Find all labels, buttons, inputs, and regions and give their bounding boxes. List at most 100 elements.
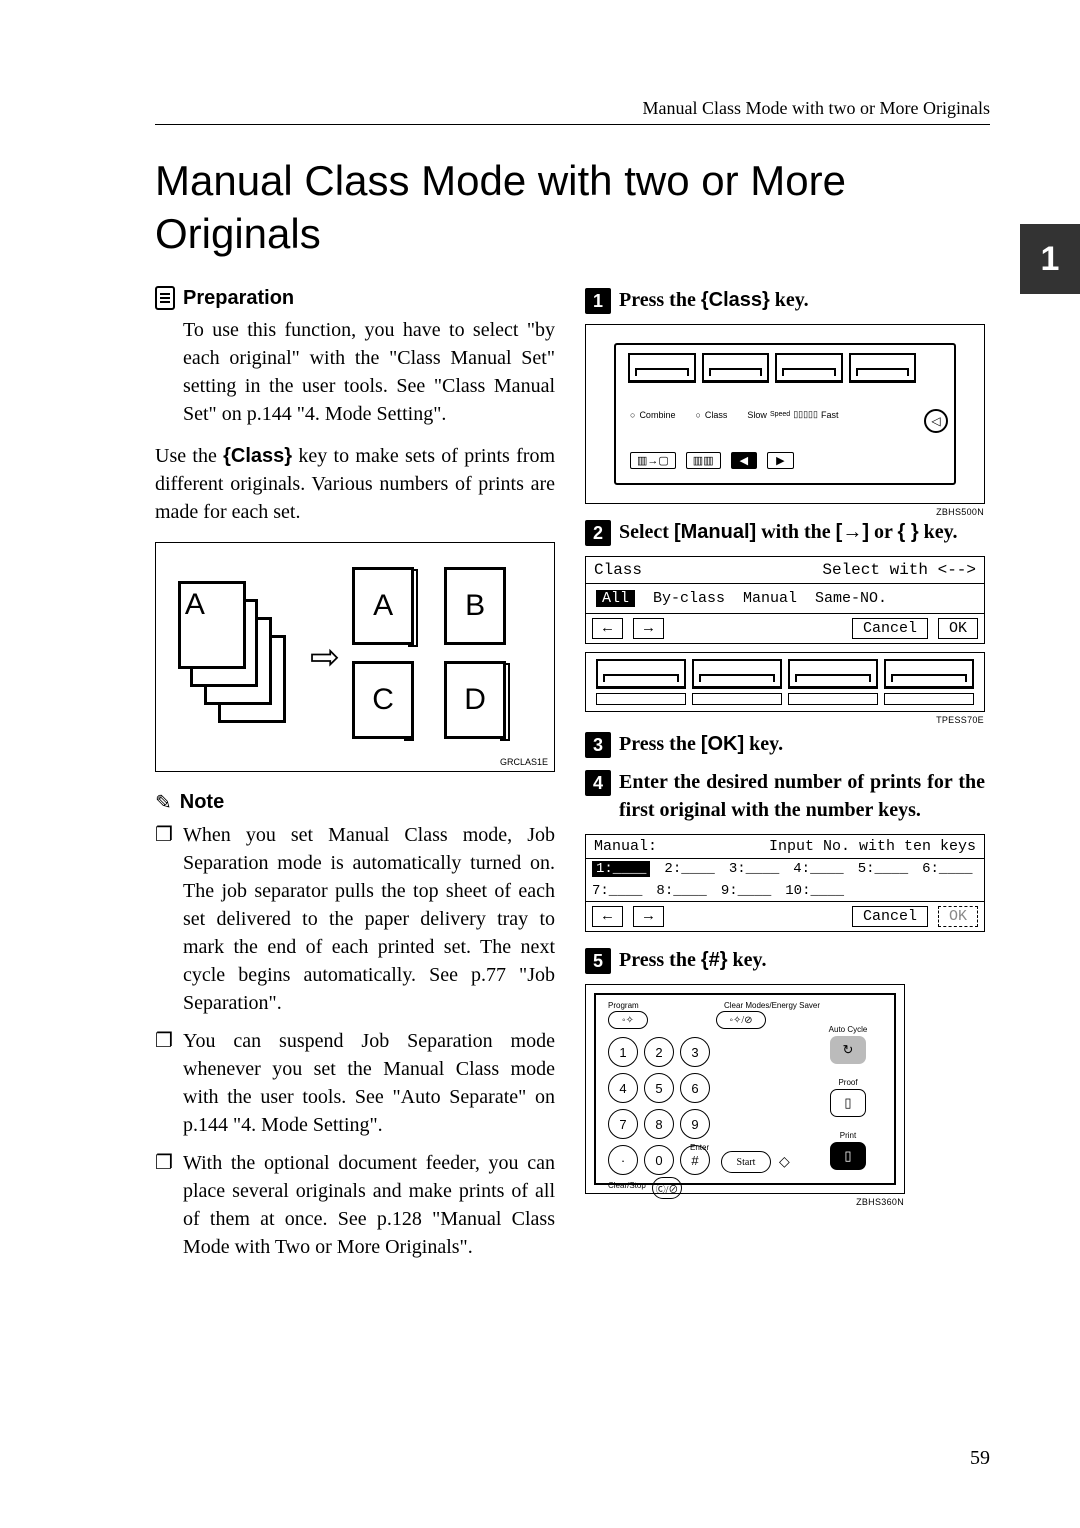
note-item: When you set Manual Class mode, Job Sepa…	[155, 821, 555, 1017]
step-1-before: Press the	[619, 289, 701, 311]
s2-or: or	[869, 521, 898, 543]
page-number: 59	[970, 1447, 990, 1470]
lcd-tab-sameno[interactable]: Same-NO.	[815, 590, 887, 607]
lcd2-btn-ok[interactable]: OK	[938, 906, 978, 927]
lcd-btn-left[interactable]: ←	[592, 618, 623, 639]
lcd2-cell[interactable]: 8:____	[656, 883, 706, 899]
lcd2-title: Manual:	[594, 838, 657, 855]
lcd2-btn-right[interactable]: →	[633, 906, 664, 927]
step-5: 5 Press the {#} key.	[585, 946, 985, 974]
s2-manual: [Manual]	[674, 521, 756, 543]
lcd2-cell[interactable]: 10:____	[785, 883, 844, 899]
left-column: Preparation To use this function, you ha…	[155, 286, 555, 1271]
note-item: You can suspend Job Separation mode when…	[155, 1027, 555, 1139]
digit-button-5[interactable]: 5	[644, 1073, 674, 1103]
combine-button[interactable]: ▥→▢	[630, 452, 676, 469]
start-button[interactable]: Start	[721, 1151, 771, 1173]
program-button[interactable]: ◦✧	[608, 1011, 648, 1029]
s2-a1: [→]	[836, 521, 869, 543]
autocycle-button[interactable]: ↻	[830, 1036, 866, 1064]
step-badge-2: 2	[585, 520, 611, 546]
kp-start-text: Start	[737, 1157, 756, 1168]
digit-button-dot[interactable]: ·	[608, 1145, 638, 1175]
digit-button-6[interactable]: 6	[680, 1073, 710, 1103]
clearstop-button[interactable]: Ⓒ/⊘	[652, 1177, 682, 1199]
proof-button[interactable]: ▯	[830, 1089, 866, 1117]
lcd-tab-byclass[interactable]: By-class	[653, 590, 725, 607]
preparation-body: To use this function, you have to select…	[183, 316, 555, 428]
softkey	[692, 659, 782, 689]
kp-print-label: Print	[818, 1131, 878, 1140]
lcd2-cell[interactable]: 9:____	[721, 883, 771, 899]
lcd2-cell[interactable]: 7:____	[592, 883, 642, 899]
kp-enter-label: Enter	[690, 1143, 709, 1152]
kp-clearstop-label: Clear/Stop	[608, 1181, 646, 1190]
section-tab-number: 1	[1041, 240, 1060, 279]
panel-bottom-buttons: ▥→▢ ▥▥ ◀ ▶	[630, 452, 794, 469]
class-button[interactable]: ▥▥	[686, 452, 721, 469]
lcd-tab-all[interactable]: All	[596, 590, 635, 607]
lcd2-cell[interactable]: 6:____	[922, 861, 972, 877]
speed-up-button[interactable]: ▶	[767, 452, 793, 469]
kp-program-label: Program	[608, 1001, 639, 1010]
digit-button-7[interactable]: 7	[608, 1109, 638, 1139]
s5-before: Press the	[619, 949, 701, 971]
panel-speed-label: Speed	[770, 411, 790, 418]
digit-button-2[interactable]: 2	[644, 1037, 674, 1067]
digit-button-9[interactable]: 9	[680, 1109, 710, 1139]
panel-fast-label: Fast	[821, 410, 839, 420]
digit-button-8[interactable]: 8	[644, 1109, 674, 1139]
lcd2-cell[interactable]: 5:____	[858, 861, 908, 877]
step-3: 3 Press the [OK] key.	[585, 730, 985, 758]
lcd2-cells: 1:____ 2:____ 3:____ 4:____ 5:____ 6:___…	[586, 859, 984, 902]
digit-button-3[interactable]: 3	[680, 1037, 710, 1067]
control-panel-figure: ○Combine ○Class Slow Speed▯▯▯▯▯ Fast ▥→▢…	[585, 324, 985, 504]
speed-down-button[interactable]: ◀	[731, 452, 757, 469]
kp-proof-label: Proof	[818, 1078, 878, 1087]
digit-button-1[interactable]: 1	[608, 1037, 638, 1067]
page-title: Manual Class Mode with two or More Origi…	[155, 155, 990, 260]
use-text-before: Use the	[155, 445, 223, 467]
digit-button-4[interactable]: 4	[608, 1073, 638, 1103]
lcd2-cell[interactable]: 4:____	[793, 861, 843, 877]
lcd2-btn-left[interactable]: ←	[592, 906, 623, 927]
step-1-text: Press the {Class} key.	[619, 286, 809, 314]
step-1-after: key.	[770, 289, 809, 311]
step-4: 4 Enter the desired number of prints for…	[585, 768, 985, 824]
diagram-output-b: B	[444, 567, 506, 645]
lcd-tab-manual[interactable]: Manual	[743, 590, 797, 607]
print-button[interactable]: ▯	[830, 1142, 866, 1170]
lcd-btn-right[interactable]: →	[633, 618, 664, 639]
s3-key: [OK]	[701, 733, 744, 755]
lcd-btn-ok[interactable]: OK	[938, 618, 978, 639]
lcd2-hint: Input No. with ten keys	[769, 838, 976, 855]
lcd-tabs: All By-class Manual Same-NO.	[586, 584, 984, 614]
clearmodes-button[interactable]: ◦✧/⊘	[716, 1011, 766, 1029]
step-badge-5: 5	[585, 948, 611, 974]
note-label: Note	[180, 791, 224, 814]
lcd-hint: Select with <-->	[822, 561, 976, 579]
note-heading: ✎ Note	[155, 790, 555, 815]
lcd2-btn-cancel[interactable]: Cancel	[852, 906, 928, 927]
step-badge-1: 1	[585, 288, 611, 314]
number-keypad-figure: Program Clear Modes/Energy Saver ◦✧ ◦✧/⊘…	[585, 984, 905, 1194]
panel-class-label: Class	[705, 410, 728, 420]
s5-after: key.	[728, 949, 767, 971]
step-badge-3: 3	[585, 732, 611, 758]
lcd2-cell[interactable]: 1:____	[592, 861, 650, 877]
preparation-label: Preparation	[183, 287, 294, 310]
digit-button-0[interactable]: 0	[644, 1145, 674, 1175]
diagram-code: GRCLAS1E	[500, 757, 548, 767]
panel-softkeys	[628, 353, 916, 383]
preparation-heading: Preparation	[155, 286, 555, 310]
lcd-btn-cancel[interactable]: Cancel	[852, 618, 928, 639]
softkey-bottom-bar	[596, 693, 974, 705]
lcd2-cell[interactable]: 3:____	[729, 861, 779, 877]
softkey	[884, 659, 974, 689]
lcd2-cell[interactable]: 2:____	[664, 861, 714, 877]
softkey	[849, 353, 917, 383]
softkey	[702, 353, 770, 383]
keypad-figure-code: ZBHS360N	[856, 1197, 904, 1207]
step-2: 2 Select [Manual] with the [→] or { } ke…	[585, 518, 985, 546]
diagram-output-a: A	[352, 567, 414, 645]
